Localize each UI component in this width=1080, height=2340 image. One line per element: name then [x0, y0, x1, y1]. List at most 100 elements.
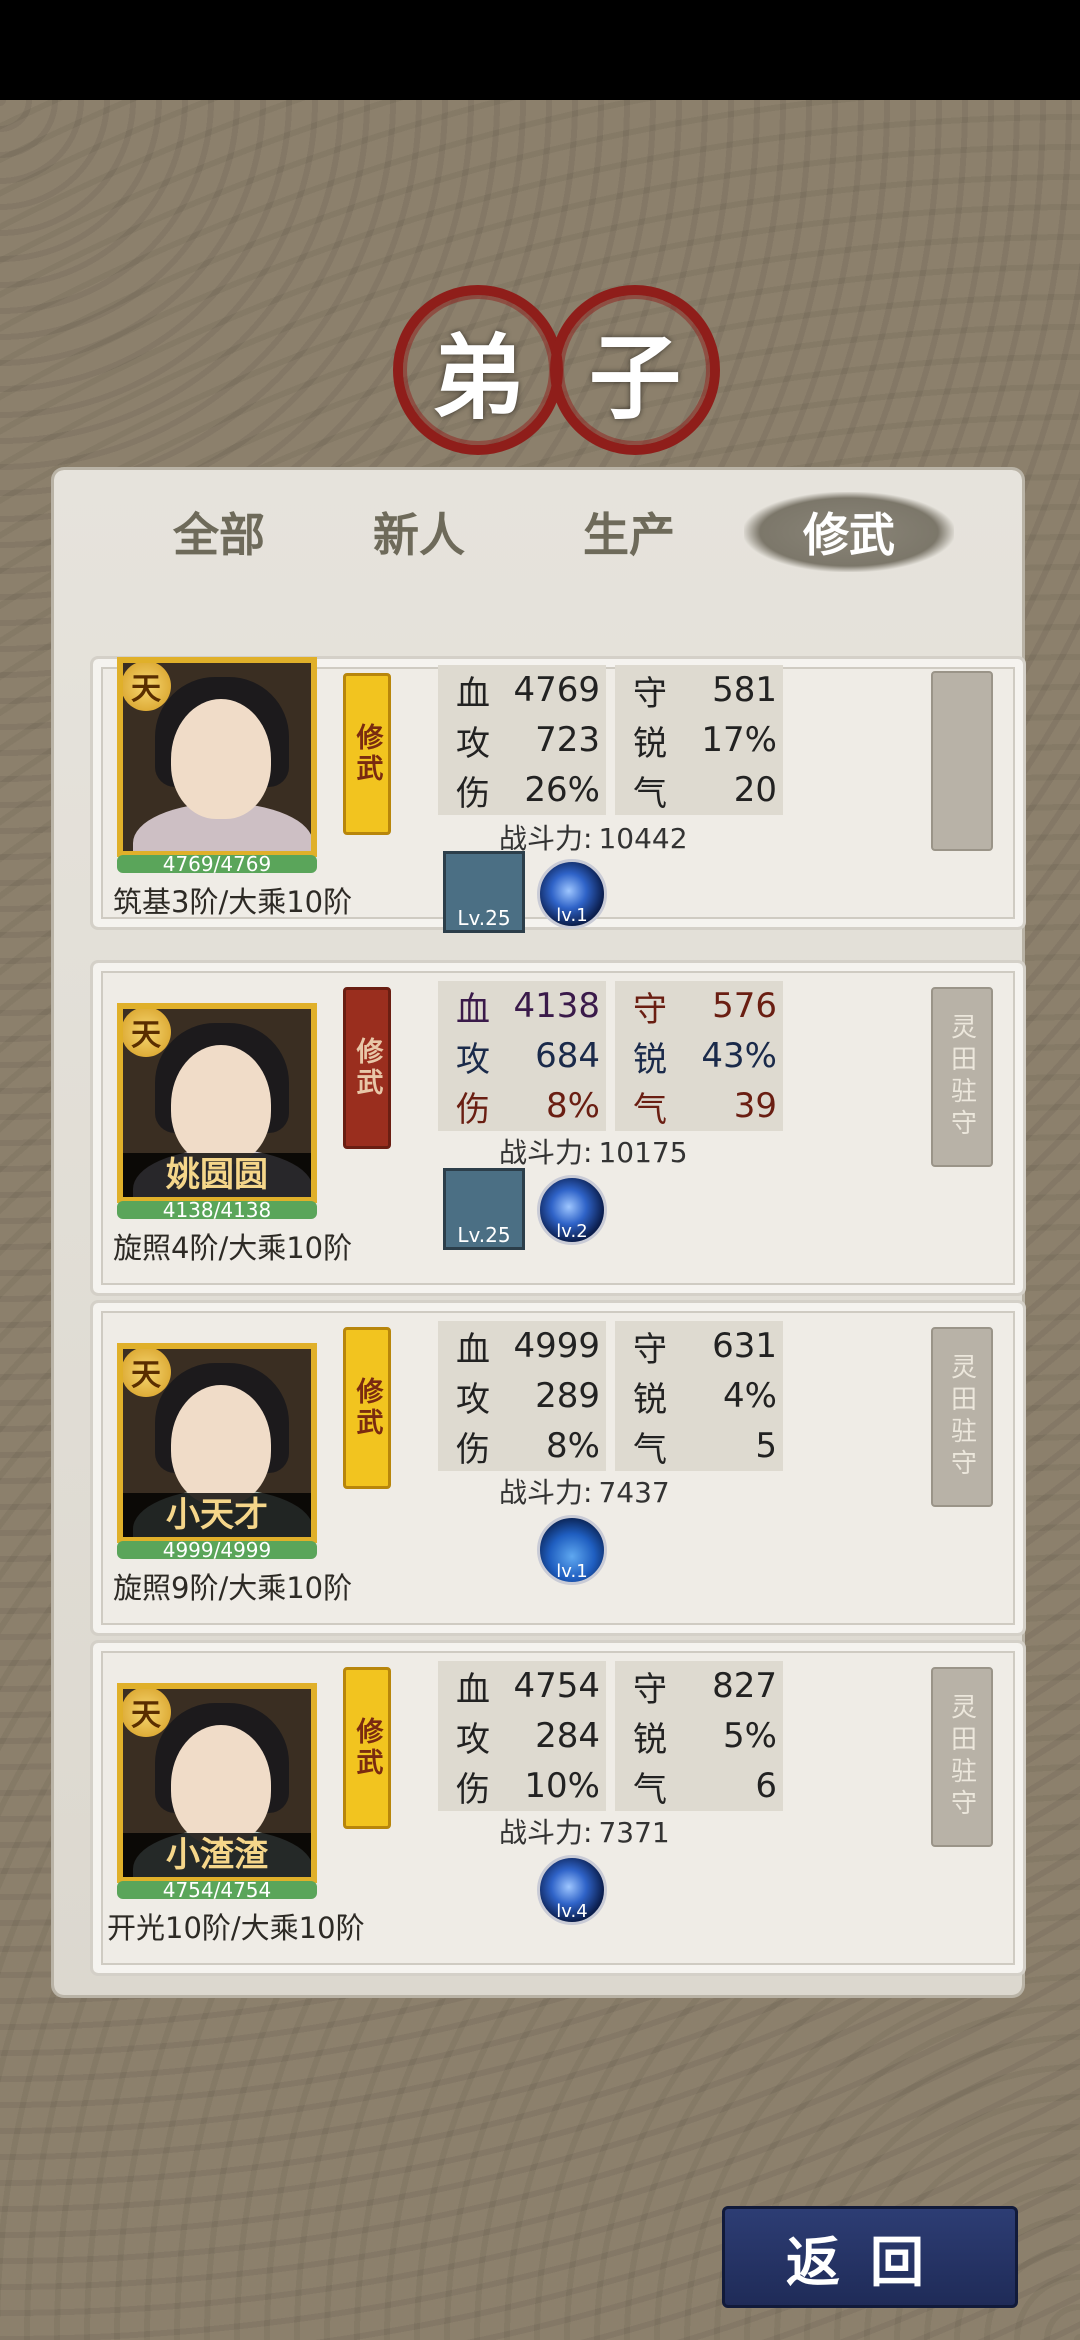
dmg-value: 10%	[524, 1766, 600, 1806]
power-text: 战斗力: 7437	[493, 1471, 670, 1511]
water-drop-skill-icon[interactable]: lv.1	[537, 1515, 607, 1585]
qi-label: 气	[633, 1089, 667, 1130]
hp-value: 4138	[513, 986, 600, 1026]
title-char-1: 弟	[431, 323, 524, 432]
def-label: 守	[633, 1669, 667, 1710]
def-value: 581	[712, 670, 777, 710]
def-value: 631	[712, 1326, 777, 1366]
qi-label: 气	[633, 1769, 667, 1810]
disciple-name: 小天才	[123, 1493, 311, 1537]
disciple-card[interactable]: 天 小渣渣 4754/4754 开光10阶/大乘10阶 修武 血 4754 攻 28…	[90, 1640, 1026, 1976]
hp-label: 血	[456, 673, 490, 714]
sharp-value: 5%	[723, 1716, 777, 1756]
disciple-portrait[interactable]: 天 小天才	[117, 1343, 317, 1543]
power-text: 战斗力: 7371	[493, 1811, 670, 1851]
skill-level: lv.2	[556, 1221, 588, 1242]
tab-production[interactable]: 生产	[524, 492, 734, 572]
power-value: 10442	[598, 822, 688, 855]
tab-all[interactable]: 全部	[114, 492, 324, 572]
atk-label: 攻	[456, 1039, 490, 1080]
station-slot-empty[interactable]	[931, 671, 993, 851]
portrait-face	[171, 1045, 271, 1165]
hp-value: 4769	[513, 670, 600, 710]
atk-label: 攻	[456, 1719, 490, 1760]
disciple-card[interactable]: 天 姚圆圆 4138/4138 旋照4阶/大乘10阶 修武 血 4138 攻 684…	[90, 960, 1026, 1296]
sharp-value: 4%	[723, 1376, 777, 1416]
title-seal-1: 弟	[393, 285, 563, 455]
hp-bar: 4769/4769	[117, 854, 317, 874]
realm-text: 旋照9阶/大乘10阶	[113, 1571, 353, 1605]
sharp-label: 锐	[633, 723, 667, 764]
equip-level: Lv.25	[457, 906, 511, 930]
dmg-label: 伤	[456, 1089, 490, 1130]
back-button[interactable]: 返回	[722, 2206, 1018, 2308]
title-seal-2: 子	[550, 285, 720, 455]
grade-badge: 天	[123, 1349, 171, 1397]
power-label: 战斗力:	[499, 1816, 593, 1849]
disciple-panel: 全部 新人 生产 修武 天 4769/4769 筑基3阶/大乘10阶 修武 血4…	[54, 470, 1026, 1995]
def-label: 守	[633, 989, 667, 1030]
stats-grid: 血 4138 攻 684 伤 8% 守 576 锐 43% 气 39	[438, 981, 783, 1131]
disciple-card[interactable]: 天 4769/4769 筑基3阶/大乘10阶 修武 血 4769 攻 723 伤 26…	[90, 656, 1026, 933]
qi-label: 气	[633, 773, 667, 814]
qi-value: 39	[733, 1086, 777, 1126]
vortex-skill-icon[interactable]: lv.2	[537, 1175, 607, 1245]
ring-equip-icon[interactable]: Lv.25	[443, 851, 525, 933]
def-label: 守	[633, 1329, 667, 1370]
grade-badge: 天	[123, 1009, 171, 1057]
stats-grid: 血 4754 攻 284 伤 10% 守 827 锐 5% 气 6	[438, 1661, 783, 1811]
role-tag[interactable]: 修武	[343, 1327, 391, 1489]
skill-level: lv.1	[556, 905, 588, 926]
sharp-label: 锐	[633, 1719, 667, 1760]
hp-bar: 4999/4999	[117, 1540, 317, 1560]
def-label: 守	[633, 673, 667, 714]
hp-bar: 4138/4138	[117, 1200, 317, 1220]
station-slot[interactable]: 灵田驻守	[931, 1327, 993, 1507]
atk-value: 284	[535, 1716, 600, 1756]
hp-label: 血	[456, 1329, 490, 1370]
vortex-skill-icon[interactable]: lv.1	[537, 859, 607, 929]
portrait-face	[171, 1725, 271, 1845]
disciple-portrait[interactable]: 天 姚圆圆	[117, 1003, 317, 1203]
qi-value: 5	[755, 1426, 777, 1466]
atk-label: 攻	[456, 723, 490, 764]
sharp-label: 锐	[633, 1039, 667, 1080]
status-bar	[0, 0, 1080, 100]
atk-value: 684	[535, 1036, 600, 1076]
disciple-portrait[interactable]: 天	[117, 657, 317, 857]
equip-level: Lv.25	[457, 1223, 511, 1247]
disciple-name: 姚圆圆	[123, 1153, 311, 1197]
ring-equip-icon[interactable]: Lv.25	[443, 1168, 525, 1250]
tab-bar: 全部 新人 生产 修武	[54, 470, 1022, 580]
atk-label: 攻	[456, 1379, 490, 1420]
portrait-face	[171, 1385, 271, 1505]
disciple-portrait[interactable]: 天 小渣渣	[117, 1683, 317, 1883]
realm-text: 筑基3阶/大乘10阶	[113, 885, 353, 919]
dmg-value: 8%	[546, 1086, 600, 1126]
power-label: 战斗力:	[499, 1476, 593, 1509]
grade-badge: 天	[123, 663, 171, 711]
sharp-label: 锐	[633, 1379, 667, 1420]
stats-grid: 血 4999 攻 289 伤 8% 守 631 锐 4% 气 5	[438, 1321, 783, 1471]
station-slot[interactable]: 灵田驻守	[931, 987, 993, 1167]
disciple-card[interactable]: 天 小天才 4999/4999 旋照9阶/大乘10阶 修武 血 4999 攻 289…	[90, 1300, 1026, 1636]
hp-value: 4999	[513, 1326, 600, 1366]
role-tag[interactable]: 修武	[343, 1667, 391, 1829]
portrait-face	[171, 699, 271, 819]
role-tag[interactable]: 修武	[343, 987, 391, 1149]
vortex-skill-icon[interactable]: lv.4	[537, 1855, 607, 1925]
skill-level: lv.4	[556, 1901, 588, 1922]
title-char-2: 子	[588, 323, 681, 432]
power-value: 7371	[598, 1816, 670, 1849]
power-value: 7437	[598, 1476, 670, 1509]
disciple-name: 小渣渣	[123, 1833, 311, 1877]
dmg-value: 8%	[546, 1426, 600, 1466]
role-tag[interactable]: 修武	[343, 673, 391, 835]
tab-new[interactable]: 新人	[314, 492, 524, 572]
qi-value: 20	[733, 770, 777, 810]
realm-text: 开光10阶/大乘10阶	[107, 1911, 365, 1945]
station-slot[interactable]: 灵田驻守	[931, 1667, 993, 1847]
def-value: 827	[712, 1666, 777, 1706]
power-value: 10175	[598, 1136, 688, 1169]
tab-martial[interactable]: 修武	[744, 492, 954, 572]
